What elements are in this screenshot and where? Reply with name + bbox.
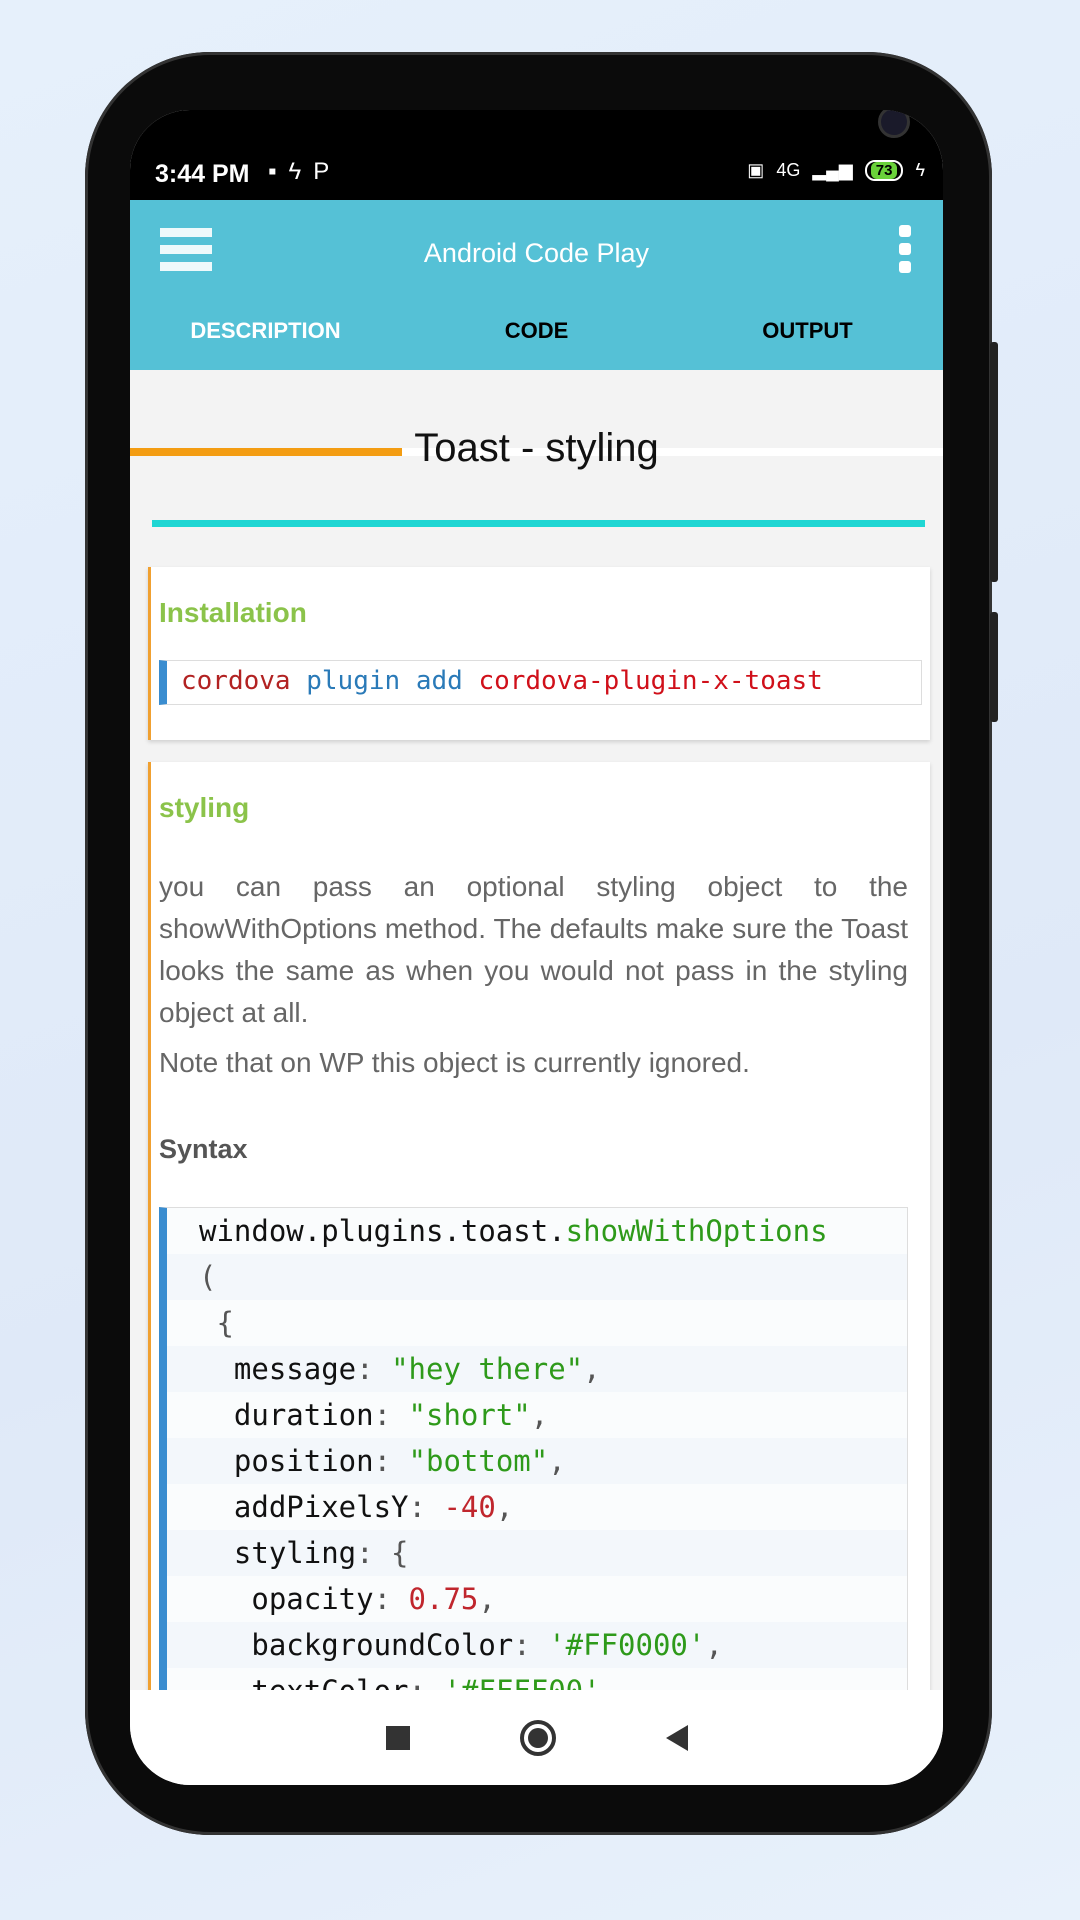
code-token: addPixelsY (199, 1490, 409, 1524)
content[interactable]: Toast - styling Installation cordova plu… (130, 370, 943, 1690)
code-token: add (415, 666, 463, 696)
code-token: showWithOptions (565, 1214, 828, 1248)
installation-card: Installation cordova plugin add cordova-… (148, 567, 930, 740)
status-time: 3:44 PM (155, 160, 250, 188)
code-token: position (199, 1444, 374, 1478)
code-token: , (548, 1444, 566, 1478)
code-line: { (167, 1300, 907, 1346)
code-token: textColor (199, 1674, 408, 1690)
home-circle-icon[interactable] (519, 1719, 556, 1756)
code-line: addPixelsY: -40, (167, 1484, 907, 1530)
code-token: : (409, 1674, 444, 1690)
signal-icon: ▂▄▆ (812, 160, 853, 180)
styling-paragraph: you can pass an optional styling object … (159, 871, 908, 1028)
code-line: textColor: '#FFFF00', (167, 1668, 907, 1690)
code-token: -40 (443, 1490, 496, 1524)
code-token: : (513, 1628, 549, 1662)
code-line: backgroundColor: '#FF0000', (167, 1622, 907, 1668)
system-icons: ▣ 4G ▂▄▆ 73 ϟ (747, 160, 925, 181)
code-token: window.plugins.toast. (199, 1214, 566, 1248)
code-token: : (356, 1352, 392, 1386)
app-title: Android Code Play (423, 238, 650, 268)
code-line: message: "hey there", (167, 1346, 907, 1392)
code-token: '#FF0000' (548, 1628, 706, 1662)
syntax-heading: Syntax (159, 1134, 248, 1164)
app-bar: Android Code Play DESCRIPTION CODE OUTPU… (130, 200, 943, 456)
installation-heading: Installation (159, 597, 307, 628)
code-token: 0.75 (408, 1582, 479, 1616)
tab-bar: DESCRIPTION CODE OUTPUT (130, 318, 943, 344)
code-token: message (199, 1352, 357, 1386)
code-token: "bottom" (408, 1444, 549, 1478)
code-line: opacity: 0.75, (167, 1576, 907, 1622)
code-token: cordova (181, 666, 291, 696)
navigation-bar (130, 1690, 943, 1785)
tab-output[interactable]: OUTPUT (672, 318, 943, 344)
code-line: window.plugins.toast.showWithOptions (167, 1208, 907, 1254)
code-token: , (705, 1628, 723, 1662)
code-line: ( (167, 1254, 907, 1300)
code-token: , (530, 1398, 549, 1432)
notch (490, 110, 910, 165)
code-token: cordova-plugin-x-toast (478, 666, 823, 696)
code-token: : (408, 1490, 444, 1524)
volte-icon: ▣ (747, 160, 765, 180)
code-token: , (495, 1490, 514, 1524)
code-token: opacity (199, 1582, 374, 1616)
volume-button (990, 342, 998, 582)
styling-card: styling you can pass an optional styling… (148, 762, 930, 1690)
power-button (990, 612, 998, 722)
battery-level: 73 (870, 162, 898, 179)
code-token: , (601, 1674, 618, 1690)
screen: 3:44 PM ▪ϟP ▣ 4G ▂▄▆ 73 ϟ Android Code P… (130, 110, 943, 1785)
tab-description[interactable]: DESCRIPTION (130, 318, 401, 344)
title-divider (152, 520, 925, 527)
page-title: Toast - styling (414, 426, 659, 470)
code-token: : (373, 1398, 409, 1432)
code-token: styling (199, 1536, 357, 1570)
styling-note: Note that on WP this object is currently… (159, 1047, 750, 1078)
code-token: ( (199, 1260, 217, 1294)
styling-heading: styling (159, 792, 250, 823)
back-triangle-icon[interactable] (665, 1724, 688, 1751)
code-line: duration: "short", (167, 1392, 907, 1438)
camera-icon (878, 110, 910, 138)
code-token: : (373, 1444, 409, 1478)
flash-icon: ϟ (288, 158, 314, 185)
status-bar: 3:44 PM ▪ϟP ▣ 4G ▂▄▆ 73 ϟ (130, 110, 943, 200)
message-icon: ▪ (268, 158, 289, 185)
charging-icon: ϟ (915, 160, 925, 180)
code-token: '#FFFF00' (443, 1674, 600, 1690)
code-token: duration (199, 1398, 374, 1432)
syntax-code-block: window.plugins.toast.showWithOptions( { … (159, 1207, 908, 1690)
code-line: styling: { (167, 1530, 907, 1576)
install-command: cordova plugin add cordova-plugin-x-toas… (159, 660, 922, 705)
code-token: : (373, 1582, 409, 1616)
code-token: "short" (408, 1398, 531, 1432)
code-token: , (583, 1352, 601, 1386)
network-label: 4G (776, 160, 801, 180)
code-token: , (478, 1582, 496, 1616)
recents-square-icon[interactable] (385, 1725, 410, 1750)
code-token: : { (356, 1536, 409, 1570)
code-token: backgroundColor (199, 1628, 514, 1662)
code-token: { (199, 1306, 234, 1340)
code-token: "hey there" (391, 1352, 584, 1386)
code-line: position: "bottom", (167, 1438, 907, 1484)
more-options-icon[interactable] (899, 225, 911, 279)
tab-code[interactable]: CODE (401, 318, 672, 344)
code-token: plugin (306, 666, 401, 696)
p-icon: P (313, 158, 342, 185)
battery-icon: 73 (864, 160, 904, 181)
notification-icons: ▪ϟP (268, 158, 341, 186)
